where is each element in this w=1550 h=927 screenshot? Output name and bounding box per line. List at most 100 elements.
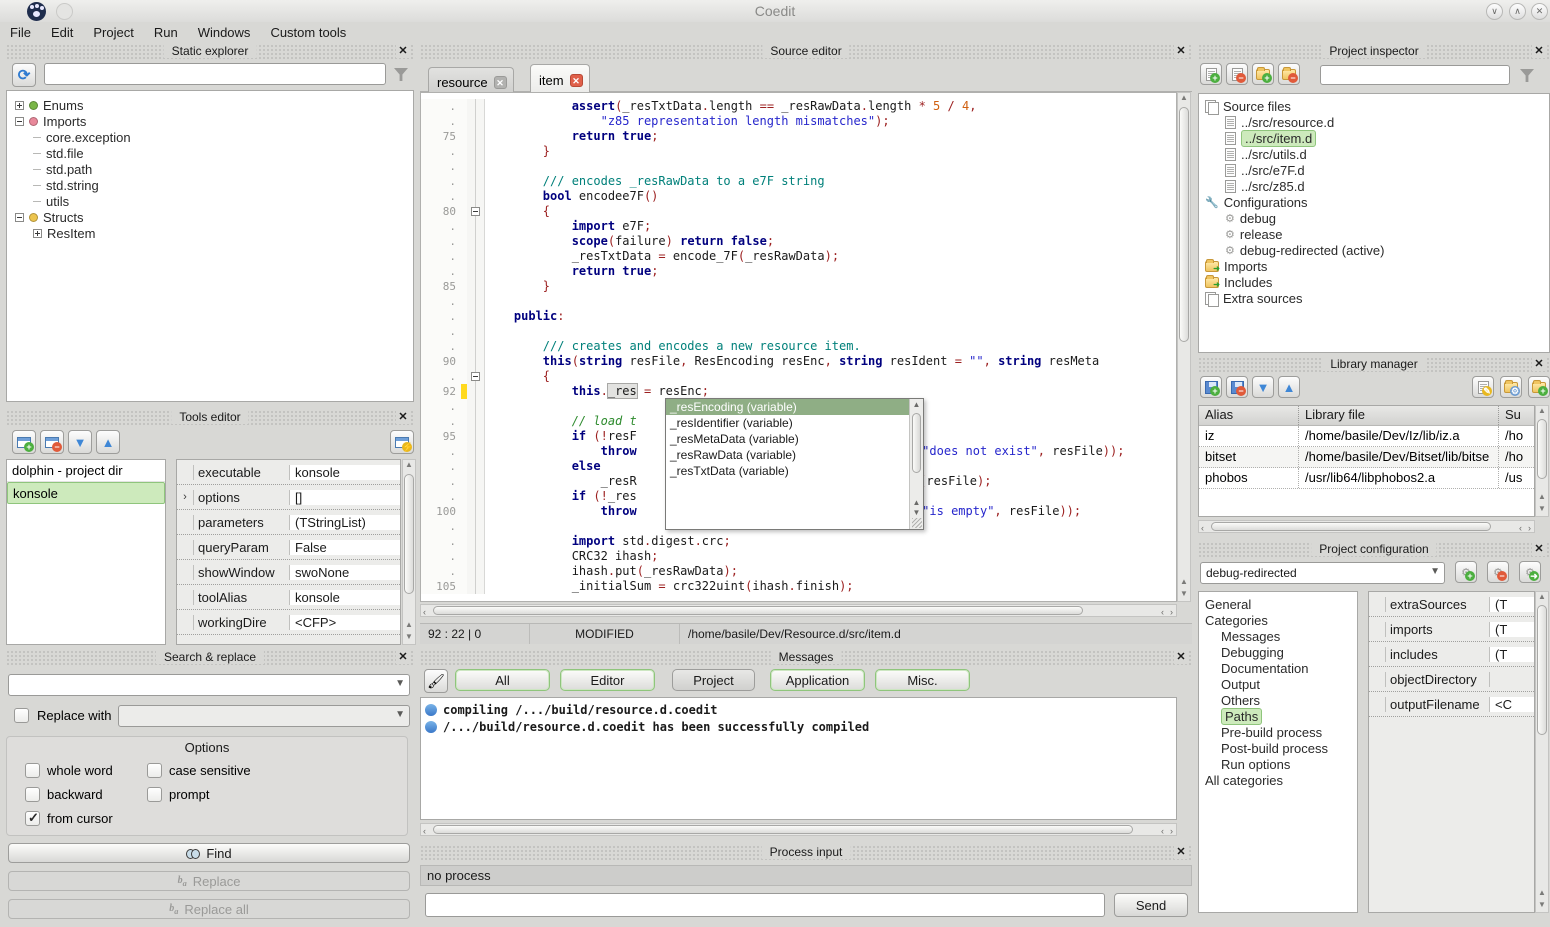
configuration-combo[interactable]: debug-redirected ▼ [1200, 562, 1445, 584]
scroll-up-icon[interactable]: ▲ [1178, 577, 1190, 589]
filter-icon[interactable] [394, 68, 408, 81]
minimize-button[interactable]: ∨ [1486, 3, 1503, 20]
menu-custom-tools[interactable]: Custom tools [260, 22, 356, 43]
resize-grip[interactable] [912, 518, 922, 528]
property-value[interactable]: False [290, 540, 400, 555]
inspector-item--src-e7f-d[interactable]: ../src/e7F.d [1201, 162, 1547, 178]
inspector-item--src-item-d[interactable]: ../src/item.d [1201, 130, 1547, 146]
property-value[interactable]: (T [1490, 647, 1534, 662]
library-manager-close-icon[interactable]: ✕ [1532, 357, 1546, 371]
tree-item-utils[interactable]: utils [11, 193, 409, 209]
scroll-up-icon[interactable]: ▲ [1536, 888, 1548, 900]
backward-checkbox[interactable] [25, 787, 40, 802]
scroll-right-icon[interactable]: › [1170, 826, 1173, 836]
expand-icon[interactable] [33, 229, 42, 238]
add-library-button[interactable]: + [1200, 376, 1222, 398]
editor-hscrollbar[interactable]: ‹ ‹ › [420, 604, 1177, 617]
config-category-pre-build-process[interactable]: Pre-build process [1199, 724, 1357, 740]
tools-grid-scrollbar[interactable]: ▲ ▲ ▼ [402, 459, 416, 645]
tool-list-item[interactable]: dolphin - project dir [7, 460, 165, 482]
scroll-right-icon[interactable]: › [1528, 523, 1531, 533]
tree-item-std-file[interactable]: std.file [11, 145, 409, 161]
scroll-thumb[interactable] [1211, 522, 1491, 531]
close-button[interactable]: ✕ [1531, 3, 1548, 20]
scroll-up-icon[interactable]: ▲ [403, 620, 415, 632]
remove-configuration-button[interactable]: ⚙− [1487, 561, 1509, 583]
tree-item-std-path[interactable]: std.path [11, 161, 409, 177]
tree-item-imports[interactable]: Imports [11, 113, 409, 129]
tab-resource[interactable]: resource✕ [428, 67, 514, 92]
config-category-all-categories[interactable]: All categories [1199, 772, 1357, 788]
property-value[interactable]: (T [1490, 622, 1534, 637]
scroll-left-icon[interactable]: ‹ [1161, 607, 1164, 617]
property-expand-cell[interactable]: › [177, 491, 193, 503]
inspector-item-source-files[interactable]: Source files [1201, 98, 1547, 114]
column-header-library file[interactable]: Library file [1299, 406, 1499, 425]
library-from-project-button[interactable]: ⚙ [1500, 376, 1522, 398]
tools-editor-close-icon[interactable]: ✕ [396, 410, 410, 424]
message-row[interactable]: /.../build/resource.d.coedit has been su… [425, 718, 1172, 735]
tree-item-core-exception[interactable]: core.exception [11, 129, 409, 145]
collapse-icon[interactable] [15, 213, 24, 222]
tab-item[interactable]: item✕ [530, 64, 590, 92]
config-category-others[interactable]: Others [1199, 692, 1357, 708]
move-tool-up-button[interactable]: ▲ [96, 430, 120, 454]
remove-folder-button[interactable]: − [1278, 63, 1300, 85]
library-row[interactable]: iz/home/basile/Dev/Iz/lib/iz.a/ho [1199, 426, 1534, 447]
remove-library-button[interactable]: − [1226, 376, 1248, 398]
scroll-left-icon[interactable]: ‹ [1519, 523, 1522, 533]
scroll-thumb[interactable] [433, 825, 1133, 834]
completion-item[interactable]: _resRawData (variable) [666, 447, 909, 463]
filter-icon[interactable] [1520, 69, 1534, 82]
inspector-item-configurations[interactable]: 🔧Configurations [1201, 194, 1547, 210]
search-term-combo[interactable]: ▼ [8, 674, 410, 696]
send-button[interactable]: Send [1114, 893, 1188, 917]
tree-item-resitem[interactable]: ResItem [11, 225, 409, 241]
replace-with-checkbox[interactable] [14, 708, 29, 723]
clear-messages-button[interactable]: 🖌 [424, 669, 448, 693]
add-library-folder-button[interactable]: + [1528, 376, 1550, 398]
add-source-button[interactable]: + [1200, 63, 1222, 85]
replace-all-button[interactable]: ba Replace all [8, 899, 410, 919]
property-value[interactable]: swoNone [290, 565, 400, 580]
find-button[interactable]: Find [8, 843, 410, 863]
library-row[interactable]: bitset/home/basile/Dev/Bitset/lib/bitse/… [1199, 447, 1534, 468]
project-inspector-close-icon[interactable]: ✕ [1532, 44, 1546, 58]
completion-item[interactable]: _resEncoding (variable) [666, 399, 909, 415]
property-value[interactable]: <CFP> [290, 615, 400, 630]
scroll-up-icon[interactable]: ▲ [1536, 492, 1548, 504]
property-value[interactable]: konsole [290, 465, 400, 480]
inspector-item--src-resource-d[interactable]: ../src/resource.d [1201, 114, 1547, 130]
config-category-messages[interactable]: Messages [1199, 628, 1357, 644]
scroll-up-icon[interactable]: ▲ [1178, 93, 1190, 105]
menu-windows[interactable]: Windows [188, 22, 261, 43]
scroll-down-icon[interactable]: ▼ [403, 632, 415, 644]
replace-button[interactable]: ba Replace [8, 871, 410, 891]
config-category-run-options[interactable]: Run options [1199, 756, 1357, 772]
scroll-thumb[interactable] [433, 606, 1083, 615]
inspector-item-debug[interactable]: ⚙debug [1201, 210, 1547, 226]
project-configuration-close-icon[interactable]: ✕ [1532, 542, 1546, 556]
prompt-checkbox[interactable] [147, 787, 162, 802]
property-value[interactable]: (TStringList) [290, 515, 400, 530]
column-header-su[interactable]: Su [1499, 406, 1535, 425]
menu-edit[interactable]: Edit [41, 22, 83, 43]
scroll-up-icon[interactable]: ▲ [1536, 592, 1548, 604]
static-explorer-close-icon[interactable]: ✕ [396, 44, 410, 58]
code-area[interactable]: . assert(_resTxtData.length == _resRawDa… [420, 92, 1177, 602]
activate-configuration-button[interactable]: ⚙➜ [1519, 561, 1541, 583]
whole-word-checkbox[interactable] [25, 763, 40, 778]
messages-close-icon[interactable]: ✕ [1174, 650, 1188, 664]
scroll-thumb[interactable] [1537, 605, 1547, 735]
filter-project[interactable]: Project [672, 669, 755, 691]
remove-tool-button[interactable]: − [40, 430, 64, 454]
replace-term-combo[interactable]: ▼ [118, 705, 410, 727]
completion-item[interactable]: _resMetaData (variable) [666, 431, 909, 447]
inspector-item--src-z85-d[interactable]: ../src/z85.d [1201, 178, 1547, 194]
config-category-output[interactable]: Output [1199, 676, 1357, 692]
tool-list-item[interactable]: konsole [7, 482, 165, 504]
config-category-categories[interactable]: Categories [1199, 612, 1357, 628]
scroll-thumb[interactable] [912, 413, 921, 473]
fold-collapse-icon[interactable] [471, 372, 480, 381]
tab-close-icon[interactable]: ✕ [494, 76, 507, 89]
